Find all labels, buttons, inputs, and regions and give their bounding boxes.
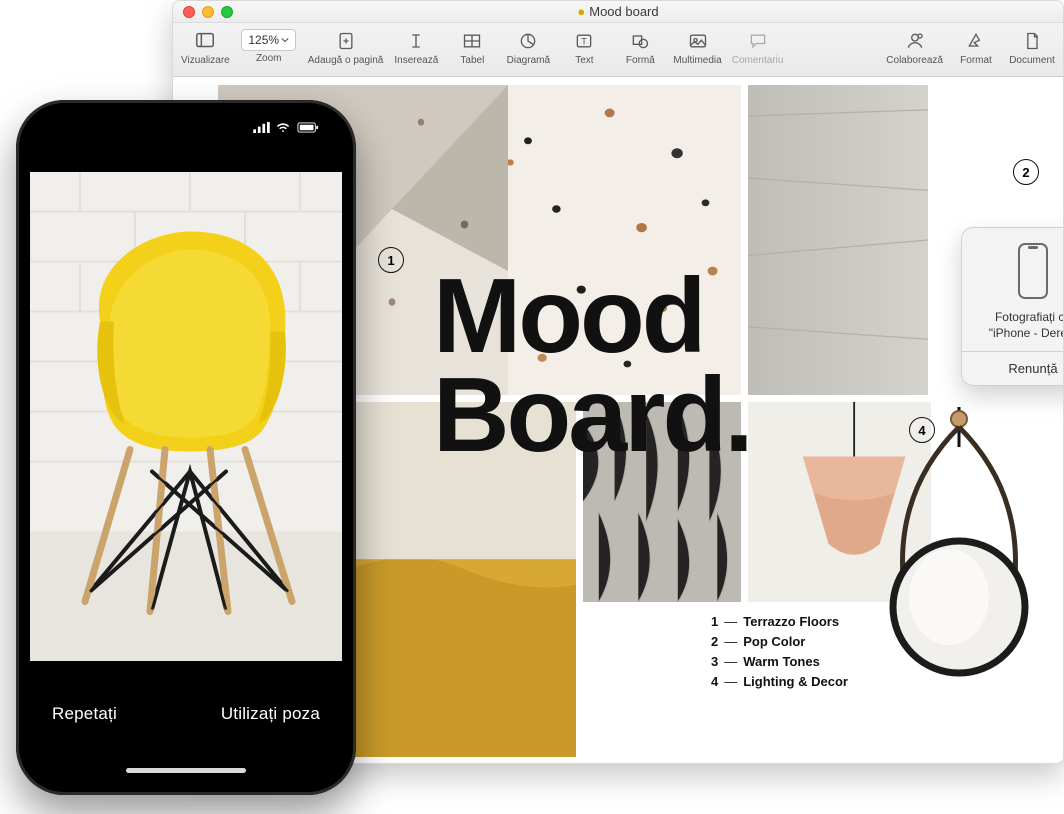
- view-label: Vizualizare: [181, 55, 230, 66]
- document-icon: [1022, 29, 1042, 53]
- document-modified-dot: ●: [577, 4, 585, 19]
- add-page-button[interactable]: Adaugă o pagină: [308, 29, 384, 66]
- camera-viewfinder: [30, 172, 342, 661]
- chart-icon: [518, 29, 538, 53]
- view-icon: [194, 29, 216, 53]
- comment-button[interactable]: Comentariu: [732, 29, 784, 66]
- window-title-text: Mood board: [589, 4, 658, 19]
- marker-2[interactable]: 2: [1013, 159, 1039, 185]
- chart-label: Diagramă: [507, 55, 550, 66]
- headline-line2: Board.: [433, 366, 751, 465]
- text-icon: T: [574, 29, 594, 53]
- zoom-label: Zoom: [256, 53, 282, 64]
- phone-icon: [972, 242, 1063, 303]
- format-icon: [966, 29, 986, 53]
- legend-num: 1: [711, 614, 718, 629]
- toolbar: Vizualizare 125% Zoom Adaugă o pagină In…: [173, 23, 1063, 77]
- document-label: Document: [1009, 55, 1055, 66]
- legend-row: 4—Lighting & Decor: [711, 672, 848, 692]
- add-page-label: Adaugă o pagină: [308, 55, 384, 66]
- table-icon: [462, 29, 482, 53]
- text-label: Text: [575, 55, 593, 66]
- camera-bottom-bar: Repetați Utilizați poza: [30, 661, 342, 781]
- use-photo-button[interactable]: Utilizați poza: [221, 704, 320, 724]
- legend: 1—Terrazzo Floors 2—Pop Color 3—Warm Ton…: [711, 612, 848, 693]
- zoom-value-box[interactable]: 125%: [241, 29, 296, 51]
- media-button[interactable]: Multimedia: [673, 29, 721, 66]
- collaborate-label: Colaborează: [886, 55, 943, 66]
- window-titlebar: ● Mood board: [173, 1, 1063, 23]
- marker-2-num: 2: [1022, 165, 1029, 180]
- text-button[interactable]: T Text: [561, 29, 607, 66]
- iphone-notch: [106, 114, 266, 140]
- insert-icon: [407, 29, 425, 53]
- table-label: Tabel: [460, 55, 484, 66]
- format-label: Format: [960, 55, 992, 66]
- shape-button[interactable]: Formă: [617, 29, 663, 66]
- popover-message: Fotografiați cu "iPhone - Derek": [972, 309, 1063, 341]
- add-page-icon: [336, 29, 356, 53]
- collaborate-button[interactable]: Colaborează: [886, 29, 943, 66]
- legend-label: Pop Color: [743, 634, 805, 649]
- legend-num: 4: [711, 674, 718, 689]
- comment-icon: [748, 29, 768, 53]
- window-title: ● Mood board: [173, 4, 1063, 19]
- legend-row: 1—Terrazzo Floors: [711, 612, 848, 632]
- image-mirror[interactable]: [889, 407, 1029, 747]
- popover-line2: "iPhone - Derek": [972, 325, 1063, 341]
- iphone-device: Repetați Utilizați poza: [16, 100, 356, 795]
- document-button[interactable]: Document: [1009, 29, 1055, 66]
- retake-button[interactable]: Repetați: [52, 704, 117, 724]
- wifi-icon: [275, 122, 291, 133]
- cellular-icon: [253, 122, 270, 133]
- legend-label: Warm Tones: [743, 654, 820, 669]
- continuity-camera-popover: Fotografiați cu "iPhone - Derek" Renunță: [961, 227, 1063, 386]
- table-button[interactable]: Tabel: [449, 29, 495, 66]
- marker-4-num: 4: [918, 423, 925, 438]
- headline[interactable]: Mood Board.: [433, 267, 751, 464]
- legend-row: 3—Warm Tones: [711, 652, 848, 672]
- status-bar: [253, 122, 320, 133]
- popover-line1: Fotografiați cu: [972, 309, 1063, 325]
- marker-1-num: 1: [387, 253, 394, 268]
- media-icon: [688, 29, 708, 53]
- media-label: Multimedia: [673, 55, 721, 66]
- battery-icon: [296, 122, 320, 133]
- home-indicator[interactable]: [126, 768, 246, 773]
- marker-1[interactable]: 1: [378, 247, 404, 273]
- legend-row: 2—Pop Color: [711, 632, 848, 652]
- zoom-control[interactable]: 125% Zoom: [240, 29, 298, 64]
- marker-4[interactable]: 4: [909, 417, 935, 443]
- legend-label: Lighting & Decor: [743, 674, 848, 689]
- insert-button[interactable]: Inserează: [393, 29, 439, 66]
- legend-label: Terrazzo Floors: [743, 614, 839, 629]
- popover-cancel-button[interactable]: Renunță: [962, 351, 1063, 385]
- legend-num: 2: [711, 634, 718, 649]
- format-button[interactable]: Format: [953, 29, 999, 66]
- chart-button[interactable]: Diagramă: [505, 29, 551, 66]
- legend-num: 3: [711, 654, 718, 669]
- shape-label: Formă: [626, 55, 655, 66]
- comment-label: Comentariu: [732, 55, 784, 66]
- chevron-down-icon: [281, 36, 289, 44]
- svg-text:T: T: [582, 36, 588, 46]
- view-button[interactable]: Vizualizare: [181, 29, 230, 66]
- iphone-screen: Repetați Utilizați poza: [30, 114, 342, 781]
- image-concrete[interactable]: [748, 85, 928, 395]
- headline-line1: Mood: [433, 267, 751, 366]
- shape-icon: [630, 29, 650, 53]
- zoom-value: 125%: [248, 33, 279, 47]
- insert-label: Inserează: [394, 55, 438, 66]
- collaborate-icon: [905, 29, 925, 53]
